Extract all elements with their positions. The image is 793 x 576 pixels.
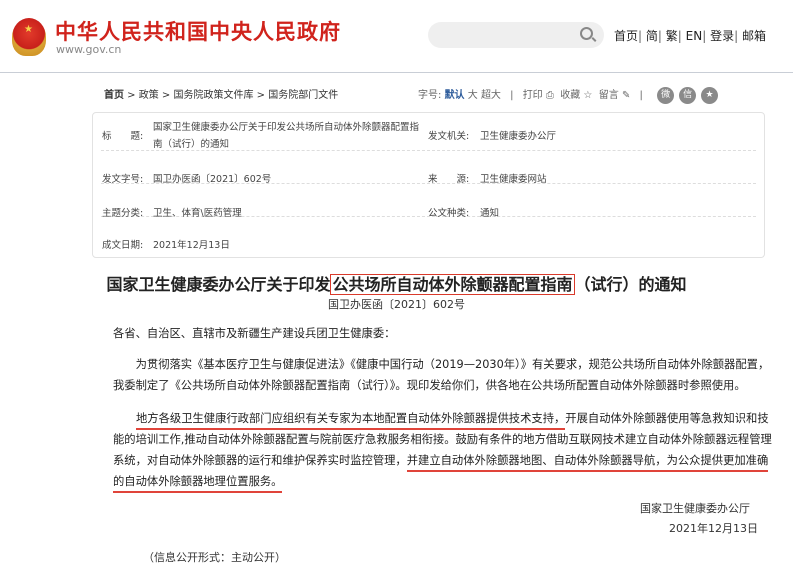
text: 系统，对自动体外除颤器的运行和维护保养实时监控管理， [113, 454, 407, 467]
document-title: 国家卫生健康委办公厅关于印发 公共场所自动体外除颤器配置指南 （试行）的通知 [0, 271, 793, 295]
date-value: 2021年12月13日 [153, 240, 230, 251]
underlined-text: 的自动体外除颤器地理位置服务。 [113, 475, 283, 493]
paragraph-1-line: 为贯彻落实《基本医疗卫生与健康促进法》《健康中国行动（2019—2030年）》有… [113, 358, 770, 371]
title-value: 国家卫生健康委办公厅关于印发公共场所自动体外除颤器配置指南（试行）的通知 [153, 122, 420, 150]
breadcrumb-home[interactable]: 首页 [104, 90, 124, 101]
page-tools: 字号: 默认 大 超大 | 打印 ⎙ 收藏 ☆ 留言 ✎ | 微信 ★ [418, 86, 719, 104]
paragraph-2-line: 地方各级卫生健康行政部门应组织有关专家为本地配置自动体外除颤器提供技术支持，开展… [136, 408, 769, 430]
site-title[interactable]: 中华人民共和国中央人民政府 [55, 16, 341, 46]
type-value: 通知 [480, 208, 500, 219]
document-number: 国卫办医函〔2021〕602号 [328, 298, 465, 311]
breadcrumb-library[interactable]: 国务院政策文件库 [174, 90, 254, 101]
text: 开展自动体外除颤器使用等急救知识和技 [565, 412, 769, 425]
disclosure-note: （信息公开形式：主动公开） [143, 551, 286, 564]
breadcrumb-policy[interactable]: 政策 [139, 90, 159, 101]
docno-label: 发文字号: [102, 174, 144, 185]
favorite-button[interactable]: 收藏 [560, 90, 580, 101]
paragraph-1-line: 我委制定了《公共场所自动体外除颤器配置指南（试行）》。现印发给你们，供各地在公共… [113, 379, 746, 392]
search-input[interactable] [428, 22, 604, 48]
comment-button[interactable]: 留言 [599, 90, 619, 101]
issuer-value: 卫生健康委办公厅 [480, 131, 557, 142]
breadcrumb-dept-docs[interactable]: 国务院部门文件 [268, 90, 338, 101]
underlined-text: 并建立自动体外除颤器地图、自动体外除颤器导航，为公众提供更加准确 [406, 454, 769, 472]
nav-simplified[interactable]: 简 [646, 29, 658, 43]
printer-icon[interactable]: ⎙ [546, 90, 554, 101]
signer: 国家卫生健康委办公厅 [640, 502, 750, 515]
nav-home[interactable]: 首页 [614, 29, 638, 43]
site-url: www.gov.cn [56, 43, 122, 56]
paragraph-2-line: 系统，对自动体外除颤器的运行和维护保养实时监控管理，并建立自动体外除颤器地图、自… [113, 450, 769, 472]
date-label: 成文日期: [102, 240, 144, 251]
font-default-button[interactable]: 默认 [445, 90, 465, 101]
salutation: 各省、自治区、直辖市及新疆生产建设兵团卫生健康委： [113, 327, 396, 340]
breadcrumb: 首页 > 政策 > 国务院政策文件库 > 国务院部门文件 [104, 90, 339, 101]
document-info-table: 标 题: 国家卫生健康委办公厅关于印发公共场所自动体外除颤器配置指南（试行）的通… [92, 112, 765, 258]
font-large-button[interactable]: 大 [468, 90, 478, 101]
paragraph-2-line: 能的培训工作,推动自动体外除颤器配置与院前医疗急救服务相衔接。鼓励有条件的地方借… [113, 433, 772, 446]
nav-traditional[interactable]: 繁 [666, 29, 678, 43]
title-label: 标 题: [102, 131, 144, 142]
wechat-share-icon[interactable]: 信 [679, 86, 697, 104]
sign-date: 2021年12月13日 [669, 522, 758, 535]
type-label: 公文种类: [428, 208, 470, 219]
title-highlight: 公共场所自动体外除颤器配置指南 [330, 274, 575, 295]
title-part: 国家卫生健康委办公厅关于印发 [106, 275, 331, 294]
font-xlarge-button[interactable]: 超大 [481, 90, 501, 101]
national-emblem-logo[interactable]: ★ [12, 18, 46, 56]
nav-english[interactable]: EN [686, 29, 703, 43]
nav-login[interactable]: 登录 [710, 29, 734, 43]
underlined-text: 地方各级卫生健康行政部门应组织有关专家为本地配置自动体外除颤器提供技术支持， [136, 412, 566, 430]
top-nav: 首页| 简| 繁| EN| 登录| 邮箱 [614, 29, 767, 43]
search-icon[interactable] [580, 27, 593, 40]
docno-value: 国卫办医函〔2021〕602号 [153, 174, 272, 185]
font-size-label: 字号: [418, 90, 442, 101]
title-part: （试行）的通知 [574, 275, 687, 294]
source-value: 卫生健康委网站 [480, 174, 547, 185]
pencil-icon[interactable]: ✎ [622, 90, 630, 101]
print-button[interactable]: 打印 [523, 90, 543, 101]
topic-label: 主题分类: [102, 208, 144, 219]
star-icon[interactable]: ☆ [583, 90, 592, 101]
weibo-share-icon[interactable]: 微 [657, 86, 675, 104]
topic-value: 卫生、体育\医药管理 [153, 208, 242, 219]
favorite-share-icon[interactable]: ★ [701, 86, 719, 104]
issuer-label: 发文机关: [428, 131, 470, 142]
source-label: 来 源: [428, 174, 470, 185]
paragraph-2-line: 的自动体外除颤器地理位置服务。 [113, 471, 283, 493]
nav-mail[interactable]: 邮箱 [742, 29, 766, 43]
